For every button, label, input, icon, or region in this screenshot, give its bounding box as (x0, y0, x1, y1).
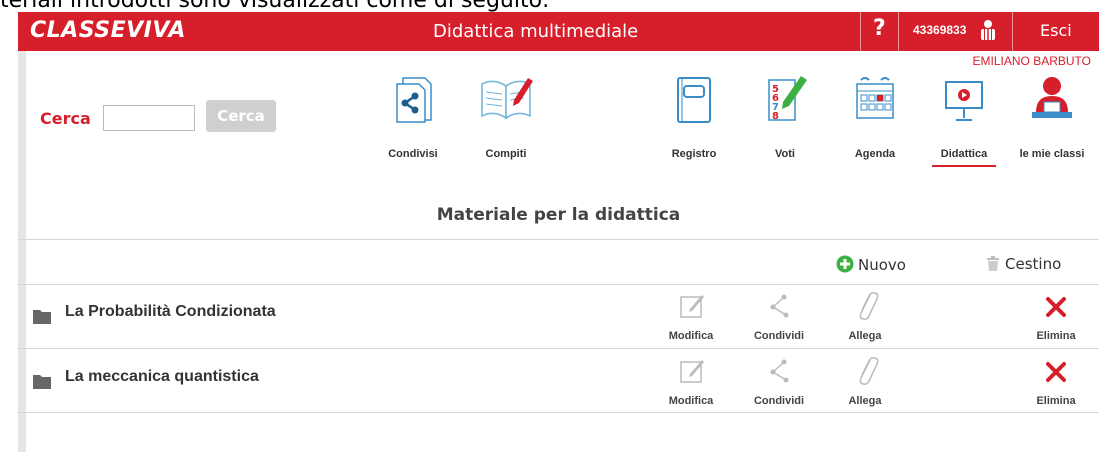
nav-item-voti[interactable]: 5 6 7 8 Voti (745, 74, 825, 164)
new-label: Nuovo (858, 256, 906, 274)
search-label: Cerca (40, 109, 91, 128)
paperclip-icon (859, 357, 879, 385)
edit-button[interactable]: Modifica (661, 287, 721, 345)
folder-name[interactable]: La Probabilità Condizionata (65, 303, 276, 321)
folder-name[interactable]: La meccanica quantistica (65, 368, 259, 386)
paperclip-icon (859, 292, 879, 320)
trash-label: Cestino (1005, 255, 1062, 273)
edit-icon (680, 295, 704, 318)
nav-label: Agenda (854, 148, 896, 160)
user-group-icon[interactable] (976, 19, 1000, 41)
divider (18, 239, 1099, 240)
top-bar: CLASSEVIVA Didattica multimediale ? 4336… (18, 12, 1099, 51)
share-icon (770, 294, 789, 318)
book-pen-icon (481, 78, 533, 120)
nav-label: Voti (775, 148, 795, 160)
grades-icon: 5 6 7 8 (768, 76, 807, 122)
divider (1012, 12, 1013, 51)
app-frame: CLASSEVIVA Didattica multimediale ? 4336… (18, 12, 1099, 452)
divider (18, 412, 1099, 413)
nav-active-indicator (932, 165, 996, 167)
edit-icon (680, 360, 704, 383)
delete-button[interactable]: Elimina (1026, 287, 1086, 345)
attach-label: Allega (848, 395, 882, 407)
nav-label: Condivisi (388, 148, 438, 160)
nav-item-compiti[interactable]: Compiti (466, 74, 546, 164)
user-code: 43369833 (913, 23, 967, 37)
share-button[interactable]: Condividi (749, 287, 809, 345)
search-button[interactable]: Cerca (206, 100, 276, 132)
nav-item-condivisi[interactable]: Condivisi (373, 74, 453, 164)
delete-x-icon (1046, 297, 1066, 317)
delete-label: Elimina (1036, 330, 1076, 342)
nav-item-le-mie-classi[interactable]: le mie classi (1012, 74, 1092, 164)
nav-item-agenda[interactable]: Agenda (835, 74, 915, 164)
divider (860, 12, 861, 51)
projector-icon (945, 81, 983, 121)
edit-label: Modifica (668, 330, 714, 342)
app-logo[interactable]: CLASSEVIVA (30, 18, 186, 43)
nav-label: Registro (671, 148, 717, 160)
help-button[interactable]: ? (873, 16, 886, 41)
register-icon (677, 77, 711, 123)
nav-label: le mie classi (1019, 148, 1085, 160)
calendar-icon (856, 77, 894, 119)
teacher-icon (1032, 77, 1072, 118)
share-label: Condividi (753, 395, 805, 407)
trash-icon (987, 256, 999, 271)
attach-label: Allega (848, 330, 882, 342)
page-title: Didattica multimediale (433, 21, 639, 42)
logout-button[interactable]: Esci (1040, 21, 1072, 40)
delete-label: Elimina (1036, 395, 1076, 407)
folder-row[interactable]: La Probabilità Condizionata Modifica Con… (18, 284, 1099, 348)
edit-label: Modifica (668, 395, 714, 407)
divider (898, 12, 899, 51)
nav-label: Didattica (940, 148, 988, 160)
attach-button[interactable]: Allega (835, 352, 895, 410)
folder-icon (33, 310, 51, 324)
attach-button[interactable]: Allega (835, 287, 895, 345)
nav-label: Compiti (485, 148, 527, 160)
delete-x-icon (1046, 362, 1066, 382)
delete-button[interactable]: Elimina (1026, 352, 1086, 410)
share-label: Condividi (753, 330, 805, 342)
share-icon (396, 77, 432, 123)
folder-icon (33, 375, 51, 389)
new-button[interactable]: Nuovo (836, 255, 906, 274)
username: EMILIANO BARBUTO (972, 54, 1091, 68)
folder-row[interactable]: La meccanica quantistica Modifica Condiv… (18, 349, 1099, 413)
nav-item-didattica[interactable]: Didattica (924, 74, 1004, 167)
share-icon (770, 359, 789, 383)
edit-button[interactable]: Modifica (661, 352, 721, 410)
svg-text:8: 8 (772, 111, 779, 122)
section-title: Materiale per la didattica (436, 205, 681, 225)
search-input[interactable] (103, 105, 195, 131)
plus-circle-icon (836, 255, 854, 273)
trash-button[interactable]: Cestino (986, 255, 1061, 273)
share-button[interactable]: Condividi (749, 352, 809, 410)
nav-item-registro[interactable]: Registro (654, 74, 734, 164)
